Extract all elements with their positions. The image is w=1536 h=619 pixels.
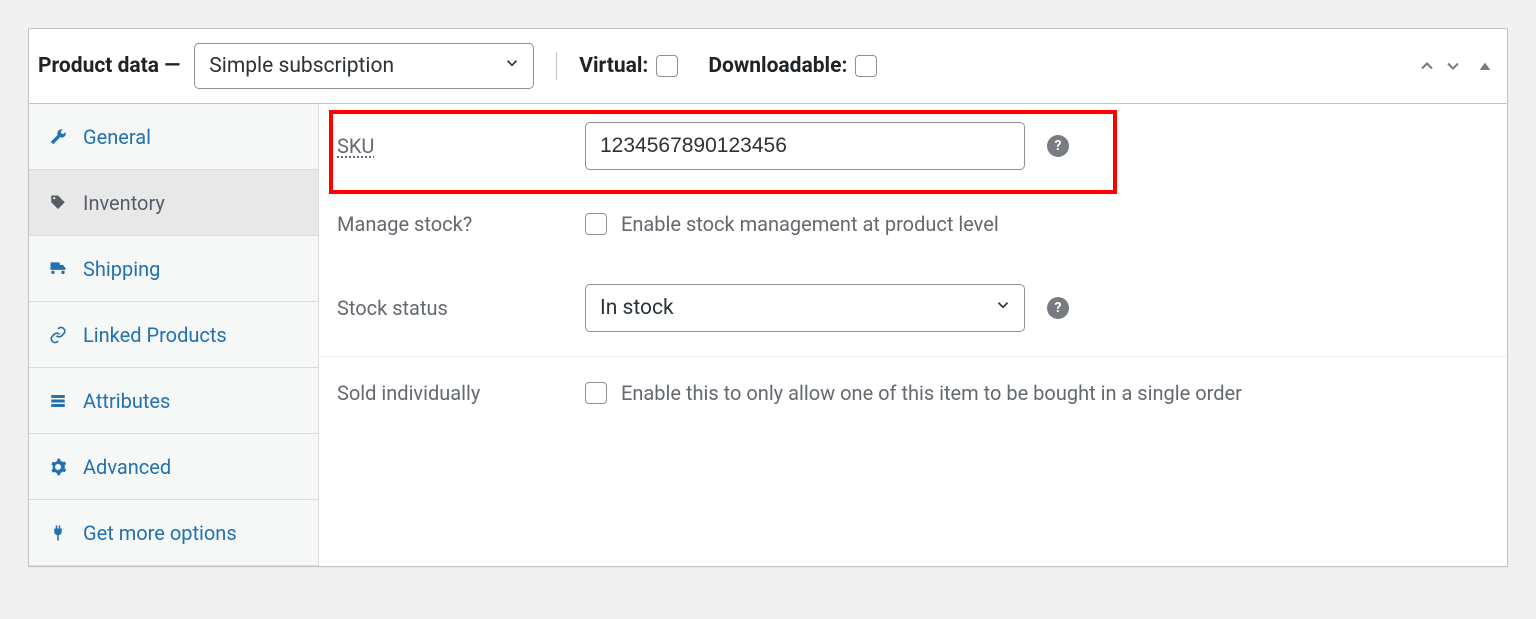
manage-stock-desc: Enable stock management at product level [621,212,999,236]
tab-label: Linked Products [83,323,227,347]
virtual-option: Virtual: [579,54,678,78]
chevron-down-icon [503,54,521,78]
sku-label: SKU [337,134,585,158]
tab-label: Attributes [83,389,170,413]
sold-individually-checkbox[interactable] [585,382,607,404]
manage-stock-checkbox[interactable] [585,213,607,235]
help-icon[interactable]: ? [1047,135,1069,157]
tab-label: Get more options [83,521,237,545]
chevron-up-icon[interactable] [1417,56,1437,76]
tab-linked-products[interactable]: Linked Products [29,302,318,368]
tabs-sidebar: General Inventory Shipping Linked Produc… [29,104,319,566]
wrench-icon [47,128,69,146]
chevron-down-icon [994,296,1012,320]
sold-individually-desc: Enable this to only allow one of this it… [621,381,1242,405]
tab-inventory[interactable]: Inventory [29,170,318,236]
stock-status-label: Stock status [337,296,585,320]
gear-icon [47,458,69,476]
product-type-value: Simple subscription [209,54,394,78]
panel-toggles [1417,56,1493,76]
tab-attributes[interactable]: Attributes [29,368,318,434]
downloadable-label: Downloadable: [708,54,847,78]
stock-status-row: Stock status In stock ? [319,260,1507,357]
sku-row: SKU ? [319,104,1507,188]
plug-icon [47,524,69,542]
tab-advanced[interactable]: Advanced [29,434,318,500]
panel-body: General Inventory Shipping Linked Produc… [29,104,1507,566]
sold-individually-row: Sold individually Enable this to only al… [319,357,1507,429]
stock-status-value: In stock [600,296,674,320]
link-icon [47,326,69,344]
virtual-label: Virtual: [579,54,648,78]
tag-icon [47,194,69,212]
downloadable-checkbox[interactable] [855,55,877,77]
list-icon [47,392,69,410]
inventory-content: SKU ? Manage stock? Enable stock managem… [319,104,1507,566]
collapse-triangle-icon[interactable] [1477,58,1493,74]
sold-individually-option: Enable this to only allow one of this it… [585,381,1242,405]
panel-header: Product data — Simple subscription Virtu… [29,29,1507,104]
tab-general[interactable]: General [29,104,318,170]
tab-label: General [83,125,151,149]
tab-shipping[interactable]: Shipping [29,236,318,302]
tab-label: Shipping [83,257,160,281]
chevron-down-icon[interactable] [1443,56,1463,76]
truck-icon [47,259,69,279]
panel-title: Product data — [38,54,180,78]
virtual-checkbox[interactable] [656,55,678,77]
manage-stock-row: Manage stock? Enable stock management at… [319,188,1507,260]
header-divider [556,52,557,80]
manage-stock-label: Manage stock? [337,212,585,236]
tab-label: Inventory [83,191,165,215]
product-type-select[interactable]: Simple subscription [194,43,534,89]
stock-status-select[interactable]: In stock [585,284,1025,332]
downloadable-option: Downloadable: [708,54,877,78]
product-data-panel: Product data — Simple subscription Virtu… [28,28,1508,567]
tab-get-more-options[interactable]: Get more options [29,500,318,566]
tab-label: Advanced [83,455,171,479]
sold-individually-label: Sold individually [337,381,585,405]
help-icon[interactable]: ? [1047,297,1069,319]
sku-input[interactable] [585,122,1025,170]
manage-stock-option: Enable stock management at product level [585,212,999,236]
